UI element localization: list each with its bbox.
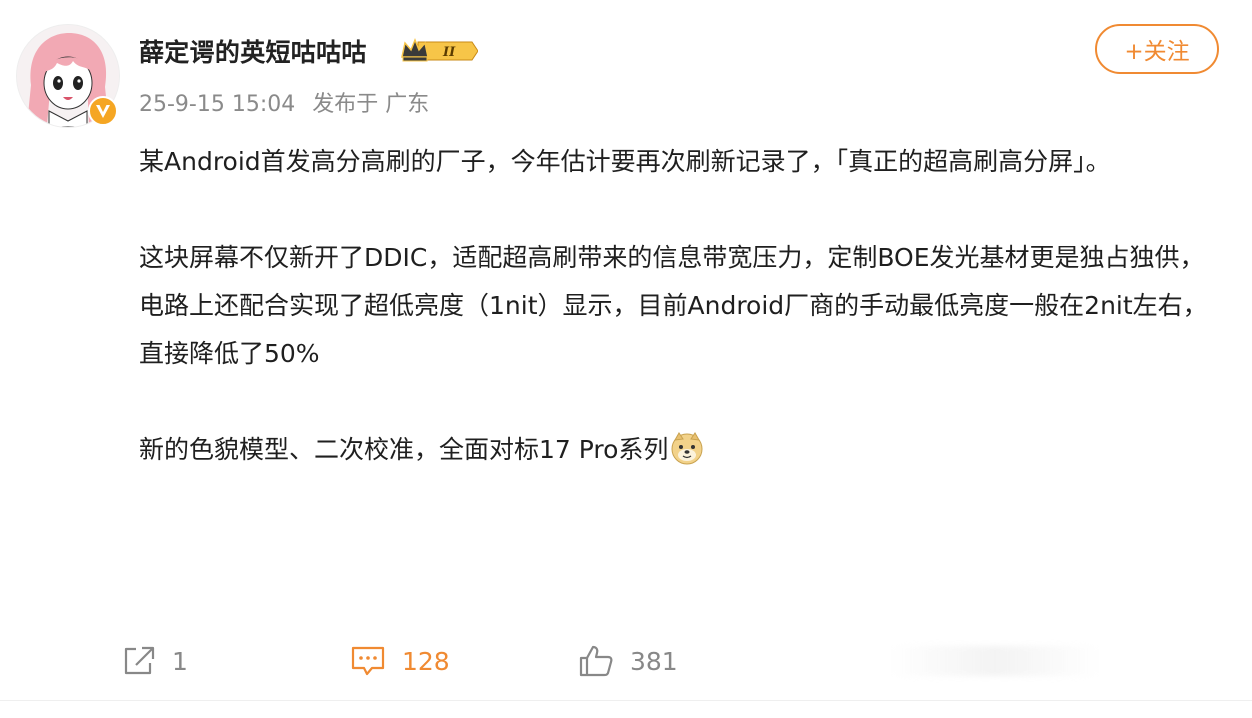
thumbs-up-icon	[579, 645, 613, 677]
author-name[interactable]: 薛定谔的英短咕咕咕	[139, 33, 367, 69]
post-meta: 25-9-15 15:04 发布于 广东	[139, 86, 439, 118]
doge-emoji-icon	[670, 431, 704, 465]
post-location: 发布于 广东	[312, 92, 430, 117]
comment-count: 128	[402, 646, 450, 676]
like-count: 381	[630, 646, 678, 676]
watermark-blur	[890, 646, 1100, 676]
post-paragraph-last: 新的色貌模型、二次校准，全面对标17 Pro系列	[139, 426, 1214, 474]
post-timestamp: 25-9-15 15:04	[139, 92, 296, 117]
member-level-badge[interactable]: II	[400, 37, 479, 65]
comment-icon	[351, 646, 385, 676]
post-paragraph: 这块屏幕不仅新开了DDIC，适配超高刷带来的信息带宽压力，定制BOE发光基材更是…	[139, 243, 1208, 368]
divider	[0, 700, 1252, 701]
share-count: 1	[172, 646, 188, 676]
post-paragraph: 某Android首发高分高刷的厂子，今年估计要再次刷新记录了，「真正的超高刷高分…	[139, 147, 1111, 176]
v-verified-icon	[88, 96, 118, 126]
post-content: 某Android首发高分高刷的厂子，今年估计要再次刷新记录了，「真正的超高刷高分…	[139, 138, 1214, 474]
svg-text:II: II	[442, 45, 456, 60]
share-button[interactable]: 1	[122, 636, 188, 686]
share-icon	[124, 646, 155, 675]
like-button[interactable]: 381	[578, 636, 678, 686]
crown-badge-icon: II	[401, 37, 479, 62]
post-paragraph-text: 新的色貌模型、二次校准，全面对标17 Pro系列	[139, 435, 669, 464]
weibo-post: 薛定谔的英短咕咕咕 II 25-9-15 15:04 发布于 广东 +关注 某A…	[0, 0, 1252, 718]
comment-button[interactable]: 128	[350, 636, 450, 686]
action-bar: 1 128 381	[0, 636, 1252, 686]
follow-button[interactable]: +关注	[1095, 24, 1219, 74]
